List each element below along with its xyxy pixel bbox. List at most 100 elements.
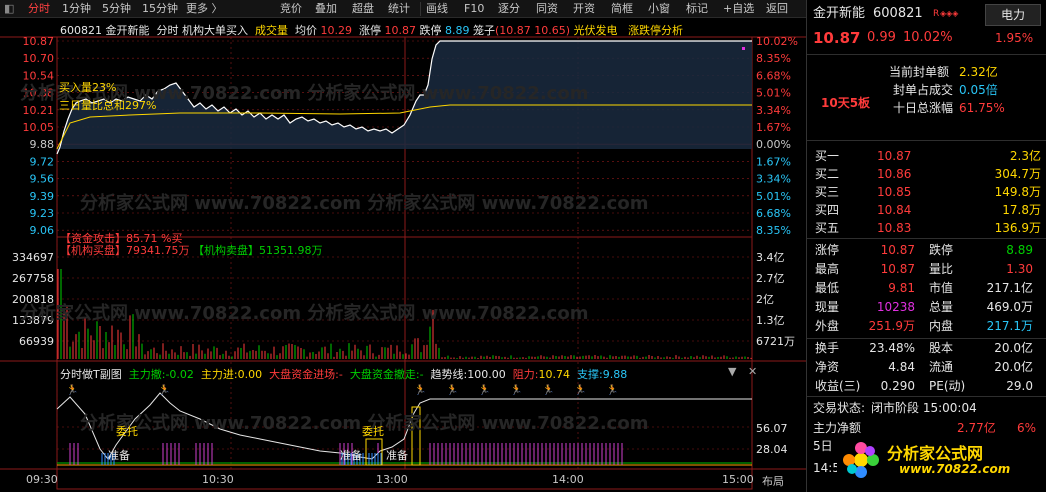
- top-toolbar: ◧ 分时 1分钟 5分钟 15分钟 更多 〉 竞价 叠加 超盘 统计 画线 F1…: [0, 0, 806, 18]
- price-tick: 10.05: [23, 121, 55, 134]
- inst-flow-labels: 【机构买盘】79341.75万 【机构卖盘】51351.98万: [60, 242, 323, 258]
- trade-status-label: 交易状态:: [813, 401, 866, 415]
- market-out-label: 大盘资金撤走:: [349, 368, 420, 381]
- btn-small-window[interactable]: 小窗: [648, 1, 670, 17]
- bid-price: 10.86: [877, 167, 912, 181]
- cage-label: 笼子: [473, 24, 495, 37]
- volume-tick-right: 3.4亿: [756, 251, 785, 264]
- bid-row[interactable]: 买四 10.84 17.8万: [807, 200, 1046, 220]
- latest-price-marker: [742, 47, 745, 50]
- stat-value: 251.9万: [868, 319, 915, 333]
- main-in-label: 主力进:: [200, 368, 238, 381]
- stat-value: 10238: [876, 300, 915, 314]
- trade-status: 闭市阶段 15:00:04: [871, 401, 977, 415]
- bid-price: 10.85: [877, 185, 912, 199]
- resist-label: 阻力:: [512, 368, 539, 381]
- tab-1min[interactable]: 1分钟: [62, 1, 91, 17]
- sector-badge[interactable]: 电力: [985, 4, 1041, 26]
- volume-tick-right: 1.3亿: [756, 314, 785, 327]
- main-withdraw-label: 主力撤:: [128, 368, 166, 381]
- sub-chart-title: 分时做T副图 主力撤:-0.02 主力进:0.00 大盘资金进场:- 大盘资金撤…: [60, 366, 627, 382]
- stat-value: 20.0亿: [994, 360, 1033, 374]
- pct-tick: 1.67%: [756, 155, 791, 168]
- pct-tick: 5.01%: [756, 190, 791, 203]
- btn-super[interactable]: 超盘: [352, 1, 374, 17]
- bid-price: 10.83: [877, 221, 912, 235]
- bid-row[interactable]: 买二 10.86 304.7万: [807, 164, 1046, 184]
- three-day-ratio-label: 三日量比总和297%: [59, 99, 157, 112]
- stat-value: 10.87: [880, 262, 915, 276]
- btn-back[interactable]: 返回: [766, 1, 788, 17]
- panel-price: 10.87: [813, 29, 861, 47]
- btn-simple-frame[interactable]: 简框: [611, 1, 633, 17]
- bid-label: 买三: [815, 185, 840, 199]
- bid-row[interactable]: 买五 10.83 136.9万: [807, 218, 1046, 238]
- price-tick: 9.23: [30, 207, 55, 220]
- stat-label: 流通: [929, 360, 954, 374]
- sub-chart-close-icon[interactable]: ✕: [748, 365, 757, 378]
- tab-5min[interactable]: 5分钟: [102, 1, 131, 17]
- price-tick: 9.06: [30, 224, 55, 237]
- flower-logo-icon: [843, 442, 879, 478]
- layout-button[interactable]: 布局: [762, 473, 784, 489]
- btn-stats[interactable]: 统计: [388, 1, 410, 17]
- tab-timeshare[interactable]: 分时: [28, 1, 50, 17]
- panel-toggle-icon[interactable]: ◧: [4, 1, 14, 17]
- btn-mark[interactable]: 标记: [686, 1, 708, 17]
- inst-buy-label: 【机构买盘】79341.75万: [60, 244, 190, 257]
- stat-label: 股本: [929, 341, 954, 355]
- bid-row[interactable]: 买一 10.87 2.3亿: [807, 146, 1046, 166]
- stat-label: 换手: [815, 341, 840, 355]
- price-tick: 9.88: [30, 138, 55, 151]
- sub-label-ready-3: 准备: [386, 449, 408, 462]
- stat-label: 跌停: [929, 243, 954, 257]
- btn-overlay[interactable]: 叠加: [315, 1, 337, 17]
- pct-tick: 5.01%: [756, 87, 791, 100]
- tab-15min[interactable]: 15分钟: [142, 1, 178, 17]
- tab-more[interactable]: 更多 〉: [186, 1, 223, 17]
- runner-icon: 🏃: [478, 383, 490, 396]
- limit-up-value: 10.87: [384, 24, 417, 37]
- indicator-name[interactable]: 机构大单买入: [182, 24, 248, 37]
- watermark-text: 分析家公式网 www.70822.com 分析家公式网 www.70822.co…: [20, 302, 588, 324]
- resist-value: 10.74: [538, 368, 570, 381]
- limit-analysis[interactable]: 涨跌停分析: [628, 24, 683, 37]
- btn-draw[interactable]: 画线: [426, 1, 448, 17]
- stat-row: 现量 10238 总量 469.0万: [807, 297, 1046, 317]
- trend-value: 100.00: [467, 368, 506, 381]
- market-in-value: -: [338, 368, 343, 381]
- avg-value: 10.29: [320, 24, 353, 37]
- bid-label: 买五: [815, 221, 840, 235]
- btn-f10[interactable]: F10: [464, 1, 484, 17]
- main-in-value: 0.00: [237, 368, 263, 381]
- sub-label-ready-2: 准备: [340, 449, 362, 462]
- runner-icon: 🏃: [574, 383, 586, 396]
- bid-label: 买四: [815, 203, 840, 217]
- sub-chart-name[interactable]: 分时做T副图: [60, 368, 122, 381]
- partial-time: 14:5: [813, 461, 840, 475]
- concept-label[interactable]: 光伏发电: [574, 24, 618, 37]
- ten-day-value: 61.75%: [959, 101, 1005, 115]
- timeshare-chart[interactable]: 10.87 10.02% 10.70 8.35% 10.54 6.68% 10.38 5.01…: [0, 19, 806, 492]
- pct-tick: 10.02%: [756, 35, 798, 48]
- sub-label-ready-1: 准备: [108, 449, 130, 462]
- stat-value: 29.0: [1006, 379, 1033, 393]
- price-tick: 10.21: [23, 104, 55, 117]
- stat-value: 0.290: [880, 379, 915, 393]
- stat-row: 外盘 251.9万 内盘 217.1万: [807, 316, 1046, 336]
- sub-chart-collapse-icon[interactable]: ▼: [728, 365, 736, 378]
- main-withdraw-value: -0.02: [165, 368, 194, 381]
- btn-open-fund[interactable]: 开资: [573, 1, 595, 17]
- btn-auction[interactable]: 竞价: [280, 1, 302, 17]
- bid-row[interactable]: 买三 10.85 149.8万: [807, 182, 1046, 202]
- trend-label: 趋势线:: [430, 368, 468, 381]
- ten-day-label: 十日总涨幅: [893, 101, 954, 115]
- seal-amount-label: 当前封单额: [889, 65, 950, 79]
- btn-same-fund[interactable]: 同资: [536, 1, 558, 17]
- bid-volume: 149.8万: [994, 185, 1041, 199]
- runner-icon: 🏃: [510, 383, 522, 396]
- stat-label: 市值: [929, 281, 954, 295]
- net-main-label: 主力净额: [813, 421, 862, 435]
- btn-per-minute[interactable]: 逐分: [498, 1, 520, 17]
- btn-add-watchlist[interactable]: +自选: [723, 1, 754, 17]
